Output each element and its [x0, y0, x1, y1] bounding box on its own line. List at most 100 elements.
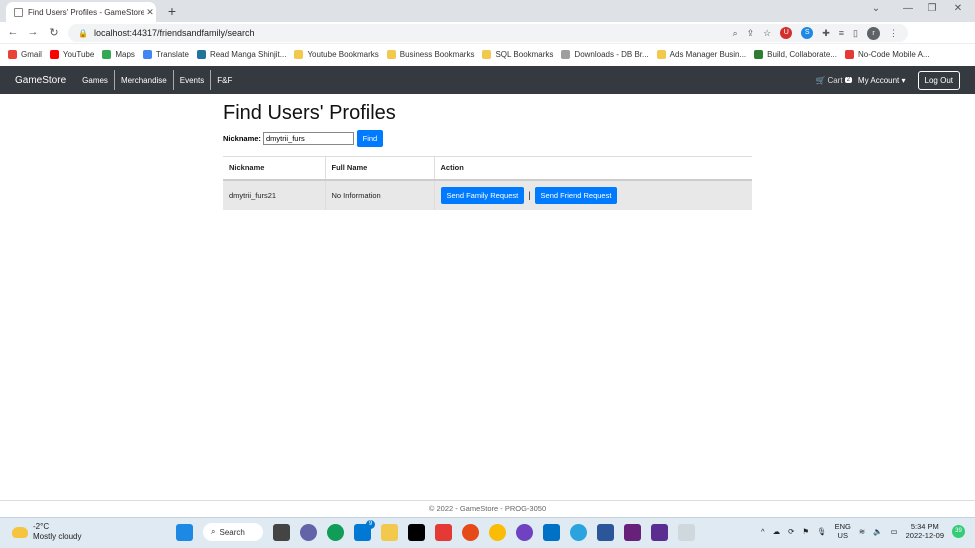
security-icon[interactable]: ⚑: [802, 527, 809, 536]
reload-icon[interactable]: ↻: [47, 26, 61, 39]
bookmark-item[interactable]: Build, Collaborate...: [754, 49, 837, 59]
logout-button[interactable]: Log Out: [917, 70, 960, 90]
git-icon[interactable]: [462, 523, 479, 541]
bookmark-star-icon[interactable]: ☆: [763, 28, 771, 39]
clock[interactable]: 5:34 PM 2022-12-09: [906, 522, 944, 540]
bookmark-label: Maps: [115, 49, 135, 59]
bookmark-icon: [754, 49, 764, 59]
clock-time: 5:34 PM: [910, 522, 939, 531]
clock-date: 2022-12-09: [905, 531, 944, 540]
bookmark-item[interactable]: YouTube: [49, 49, 95, 59]
main-content: Find Users' Profiles Nickname: Find Nick…: [223, 102, 752, 210]
bookmark-item[interactable]: Read Manga Shinjit...: [196, 49, 286, 59]
telegram-icon[interactable]: [570, 523, 587, 541]
extension-icon[interactable]: U: [780, 27, 793, 39]
wifi-icon[interactable]: ≋: [859, 527, 865, 536]
bookmark-item[interactable]: Maps: [102, 49, 135, 59]
mail-icon[interactable]: 9: [354, 519, 375, 541]
bookmark-item[interactable]: Downloads - DB Br...: [561, 49, 649, 59]
windows-start-icon[interactable]: [176, 523, 193, 541]
new-tab-icon[interactable]: +: [164, 3, 180, 19]
bookmark-label: YouTube: [62, 49, 95, 59]
bookmark-icon: [561, 49, 571, 59]
cart-link[interactable]: 🛒 Cart 2: [815, 75, 852, 85]
bookmark-item[interactable]: Youtube Bookmarks: [294, 49, 379, 59]
teams-chat-icon[interactable]: [300, 523, 317, 541]
weather-widget[interactable]: -2°C Mostly cloudy: [12, 522, 81, 542]
bookmark-label: Business Bookmarks: [399, 49, 475, 59]
edge-icon[interactable]: [327, 523, 344, 541]
close-tab-icon[interactable]: ✕: [144, 7, 156, 18]
send-friend-request-button[interactable]: Send Friend Request: [534, 186, 618, 204]
search-icon: ⌕: [211, 527, 216, 536]
file-explorer-icon[interactable]: [381, 523, 398, 541]
chevron-up-icon[interactable]: ^: [761, 527, 765, 536]
nav-merchandise[interactable]: Merchandise: [115, 70, 173, 90]
back-icon[interactable]: ←: [6, 26, 20, 38]
nickname-input[interactable]: [262, 132, 354, 145]
battery-icon[interactable]: ▭: [891, 527, 898, 536]
account-dropdown[interactable]: My Account ▾: [858, 76, 906, 85]
find-button[interactable]: Find: [356, 130, 383, 147]
bookmark-item[interactable]: Gmail: [8, 49, 42, 59]
action-separator: |: [528, 189, 531, 200]
system-tray: ^ ☁ ⟳ ⚑ 🎙 ENG US ≋ 🔈 ▭ 5:34 PM 2022-12-0…: [761, 522, 965, 540]
chevron-down-icon[interactable]: ⌄: [866, 3, 886, 14]
bookmark-label: Gmail: [21, 49, 42, 59]
close-window-icon[interactable]: ✕: [948, 3, 968, 14]
bookmark-label: Youtube Bookmarks: [307, 49, 379, 59]
cart-icon: 🛒: [815, 75, 826, 85]
profile-avatar[interactable]: r: [867, 26, 880, 40]
bookmark-item[interactable]: Translate: [142, 49, 189, 59]
more-menu-icon[interactable]: ⋮: [889, 28, 898, 39]
notification-badge[interactable]: 39: [952, 524, 965, 538]
minimize-icon[interactable]: —: [898, 3, 918, 14]
office-icon[interactable]: [435, 523, 452, 541]
bookmark-icon: [294, 49, 304, 59]
send-family-request-button[interactable]: Send Family Request: [440, 186, 525, 204]
nav-ff[interactable]: F&F: [211, 70, 238, 90]
nav-games[interactable]: Games: [76, 70, 114, 90]
table-row: dmytrii_furs21 No Information Send Famil…: [223, 179, 752, 210]
cell-action: Send Family Request | Send Friend Request: [433, 179, 752, 210]
task-view-icon[interactable]: [273, 523, 290, 541]
extension-icon[interactable]: S: [801, 27, 814, 39]
visual-studio-preview-icon[interactable]: [651, 523, 668, 541]
word-icon[interactable]: [597, 523, 614, 541]
extensions-puzzle-icon[interactable]: ✚: [822, 28, 830, 39]
microphone-icon[interactable]: 🎙: [817, 527, 827, 536]
address-bar[interactable]: 🔒 localhost:44317/friendsandfamily/searc…: [68, 24, 908, 42]
bookmark-icon: [102, 49, 112, 59]
outlook-icon[interactable]: [543, 523, 560, 541]
visual-studio-icon[interactable]: [624, 523, 641, 541]
restore-icon[interactable]: ❐: [922, 3, 942, 14]
netflix-icon[interactable]: [408, 523, 425, 541]
browser-tab[interactable]: Find Users' Profiles - GameStore ✕: [6, 2, 156, 22]
side-panel-icon[interactable]: ▯: [853, 28, 858, 39]
url-text: localhost:44317/friendsandfamily/search: [93, 28, 255, 38]
language-indicator[interactable]: ENG US: [835, 522, 851, 540]
zoom-icon[interactable]: ⌕: [733, 28, 738, 39]
forward-icon[interactable]: →: [26, 26, 40, 38]
volume-icon[interactable]: 🔈: [873, 527, 882, 536]
search-form: Nickname: Find: [223, 130, 752, 147]
snipping-tool-icon[interactable]: [678, 523, 695, 541]
bookmark-item[interactable]: No-Code Mobile A...: [844, 49, 930, 59]
share-icon[interactable]: ⇪: [747, 28, 755, 39]
bookmark-item[interactable]: Ads Manager Busin...: [656, 49, 746, 59]
reading-list-icon[interactable]: ≡: [839, 28, 844, 38]
browser-toolbar: ← → ↻ 🔒 localhost:44317/friendsandfamily…: [0, 22, 975, 44]
bookmark-icon: [844, 49, 854, 59]
site-navbar: GameStore Games Merchandise Events F&F 🛒…: [0, 66, 975, 94]
brand-link[interactable]: GameStore: [15, 75, 66, 86]
taskbar-search[interactable]: ⌕ Search: [203, 523, 263, 541]
onedrive-cloud-icon[interactable]: ☁: [773, 527, 781, 536]
sync-icon[interactable]: ⟳: [788, 527, 794, 536]
chrome-icon[interactable]: [489, 523, 506, 541]
bookmark-item[interactable]: SQL Bookmarks: [482, 49, 553, 59]
caret-down-icon: ▾: [901, 75, 906, 85]
nav-events[interactable]: Events: [174, 70, 210, 90]
github-desktop-icon[interactable]: [516, 523, 533, 541]
region-code: US: [837, 531, 848, 540]
bookmark-item[interactable]: Business Bookmarks: [386, 49, 475, 59]
